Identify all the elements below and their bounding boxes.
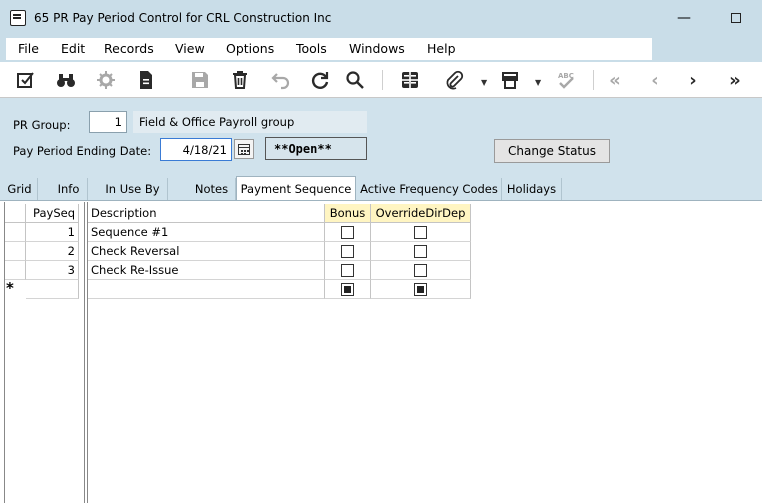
new-bonus-cell[interactable] bbox=[325, 280, 371, 299]
menu-options[interactable]: Options bbox=[226, 41, 274, 56]
menu-view[interactable]: View bbox=[175, 41, 205, 56]
pr-group-description: Field & Office Payroll group bbox=[133, 111, 367, 133]
new-payseq-cell[interactable] bbox=[26, 280, 79, 299]
minimize-button[interactable]: — bbox=[664, 6, 704, 30]
last-record-icon[interactable]: » bbox=[723, 68, 747, 92]
maximize-icon bbox=[731, 13, 741, 23]
description-cell[interactable]: Sequence #1 bbox=[88, 223, 325, 242]
refresh-icon[interactable] bbox=[308, 68, 332, 92]
calendar-button[interactable] bbox=[234, 139, 254, 159]
new-bonus-checkbox[interactable] bbox=[341, 282, 354, 296]
bonus-cell[interactable] bbox=[325, 261, 371, 280]
bonus-checkbox[interactable] bbox=[341, 225, 354, 239]
description-cell[interactable]: Check Reversal bbox=[88, 242, 325, 261]
tab-in-use-by[interactable]: In Use By bbox=[98, 178, 168, 200]
settings-disabled-icon bbox=[94, 68, 118, 92]
spellcheck-icon: ABC bbox=[554, 68, 578, 92]
calendar-icon bbox=[238, 143, 250, 155]
row-selector[interactable] bbox=[5, 242, 26, 261]
first-record-icon: « bbox=[609, 69, 621, 91]
new-override-dir-dep-checkbox[interactable] bbox=[414, 282, 427, 296]
calculator-icon[interactable] bbox=[398, 68, 422, 92]
pr-group-label: PR Group: bbox=[13, 118, 71, 132]
toolbar: ▼ ▼ ABC « ‹ › » bbox=[0, 62, 762, 98]
tab-holidays[interactable]: Holidays bbox=[502, 178, 562, 200]
column-header-description[interactable]: Description bbox=[88, 204, 325, 223]
payseq-cell[interactable]: 3 bbox=[26, 261, 79, 280]
override-cell[interactable] bbox=[371, 223, 471, 242]
save-icon bbox=[188, 68, 212, 92]
title-bar: 65 PR Pay Period Control for CRL Constru… bbox=[0, 0, 762, 36]
row-header-corner bbox=[5, 204, 26, 223]
description-cell[interactable]: Check Re-Issue bbox=[88, 261, 325, 280]
new-description-cell[interactable] bbox=[88, 280, 325, 299]
print-icon[interactable] bbox=[498, 68, 522, 92]
override-dir-dep-checkbox[interactable] bbox=[414, 244, 427, 258]
menu-records[interactable]: Records bbox=[104, 41, 154, 56]
tab-payment-sequence[interactable]: Payment Sequence bbox=[236, 176, 356, 200]
maximize-button[interactable] bbox=[716, 6, 756, 30]
tab-active-frequency-codes[interactable]: Active Frequency Codes bbox=[357, 178, 502, 200]
row-selector[interactable] bbox=[5, 223, 26, 242]
next-record-icon[interactable]: › bbox=[681, 68, 705, 92]
tab-info[interactable]: Info bbox=[50, 178, 88, 200]
print-dropdown-icon[interactable]: ▼ bbox=[535, 78, 541, 87]
bonus-checkbox[interactable] bbox=[341, 263, 354, 277]
row-selector[interactable] bbox=[5, 261, 26, 280]
previous-record-icon: ‹ bbox=[651, 69, 659, 91]
menu-help[interactable]: Help bbox=[427, 41, 456, 56]
override-dir-dep-checkbox[interactable] bbox=[414, 225, 427, 239]
bonus-cell[interactable] bbox=[325, 223, 371, 242]
search-icon[interactable] bbox=[343, 68, 367, 92]
menu-edit[interactable]: Edit bbox=[61, 41, 85, 56]
delete-icon[interactable] bbox=[228, 68, 252, 92]
edit-check-icon[interactable] bbox=[14, 68, 38, 92]
override-cell[interactable] bbox=[371, 242, 471, 261]
tab-grid[interactable]: Grid bbox=[2, 178, 38, 200]
menu-windows[interactable]: Windows bbox=[349, 41, 405, 56]
header-panel bbox=[0, 98, 762, 178]
attachment-dropdown-icon[interactable]: ▼ bbox=[481, 78, 487, 87]
status-badge: **Open** bbox=[265, 137, 367, 160]
bonus-cell[interactable] bbox=[325, 242, 371, 261]
pay-period-date-input[interactable]: 4/18/21 bbox=[160, 138, 232, 161]
binoculars-icon[interactable] bbox=[54, 68, 78, 92]
tab-notes[interactable]: Notes bbox=[188, 178, 236, 200]
undo-icon bbox=[268, 68, 292, 92]
override-cell[interactable] bbox=[371, 261, 471, 280]
payseq-cell[interactable]: 2 bbox=[26, 242, 79, 261]
column-header-bonus[interactable]: Bonus bbox=[325, 204, 371, 223]
payseq-cell[interactable]: 1 bbox=[26, 223, 79, 242]
pr-group-input[interactable]: 1 bbox=[89, 111, 127, 133]
minimize-icon: — bbox=[677, 10, 691, 26]
new-override-cell[interactable] bbox=[371, 280, 471, 299]
attachment-icon[interactable] bbox=[442, 68, 466, 92]
window-title: 65 PR Pay Period Control for CRL Constru… bbox=[34, 11, 332, 25]
column-header-payseq[interactable]: PaySeq bbox=[26, 204, 79, 223]
override-dir-dep-checkbox[interactable] bbox=[414, 263, 427, 277]
menu-file[interactable]: File bbox=[18, 41, 39, 56]
new-row-marker: * bbox=[6, 279, 14, 297]
change-status-button[interactable]: Change Status bbox=[494, 139, 610, 163]
column-header-override-dir-dep[interactable]: OverrideDirDep bbox=[371, 204, 471, 223]
document-icon[interactable] bbox=[134, 68, 158, 92]
menu-tools[interactable]: Tools bbox=[296, 41, 327, 56]
pay-period-label: Pay Period Ending Date: bbox=[13, 144, 152, 158]
app-icon bbox=[10, 10, 26, 26]
bonus-checkbox[interactable] bbox=[341, 244, 354, 258]
